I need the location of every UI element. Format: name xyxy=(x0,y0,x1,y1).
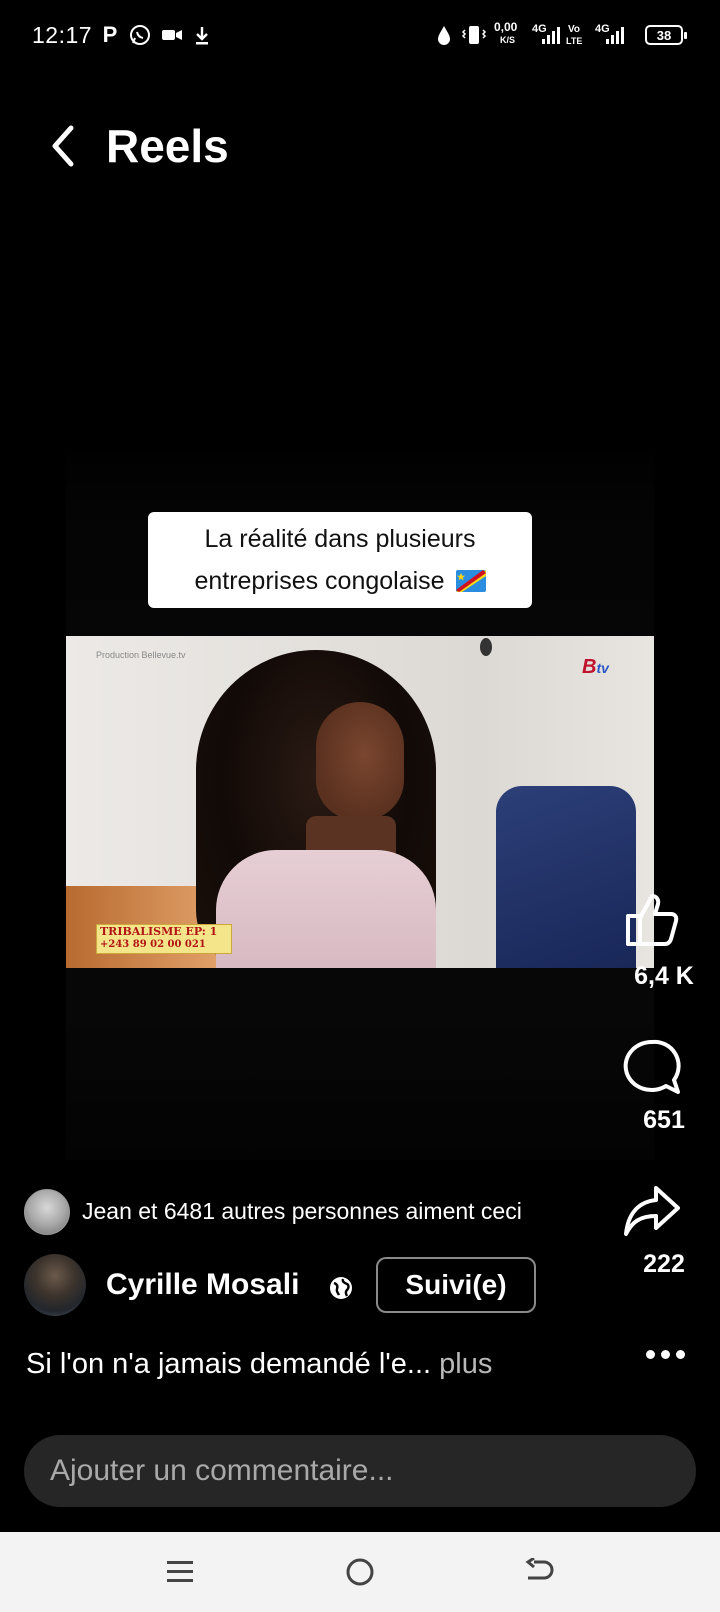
reel-description[interactable]: Si l'on n'a jamais demandé l'e... plus xyxy=(26,1348,492,1381)
status-time: 12:17 xyxy=(32,22,93,48)
show-tag-title: TRIBALISME EP: 1 xyxy=(100,925,218,938)
show-tag-phone: +243 89 02 00 021 xyxy=(100,939,206,950)
more-dot-icon xyxy=(645,1349,655,1359)
vibrate-icon xyxy=(460,22,488,48)
share-count: 222 xyxy=(643,1250,685,1278)
signal-icon xyxy=(540,22,564,48)
home-circle-icon xyxy=(346,1558,374,1586)
back-arrow-icon xyxy=(525,1558,554,1580)
status-bar: 12:17 P 0,00 K/S 4G Vo LTE 4G 38 xyxy=(0,0,720,72)
recent-apps-button[interactable] xyxy=(150,1548,210,1596)
video-caption: La réalité dans plusieurs entreprises co… xyxy=(148,512,532,608)
like-count: 6,4 K xyxy=(634,962,694,990)
description-text: Si l'on n'a jamais demandé l'e... xyxy=(26,1348,432,1380)
wall-fixture xyxy=(480,638,492,656)
volte-label-bottom: LTE xyxy=(566,36,583,46)
follow-button[interactable]: Suivi(e) xyxy=(376,1257,536,1313)
caption-line-1: La réalité dans plusieurs xyxy=(204,525,476,553)
chevron-left-icon xyxy=(52,125,74,167)
menu-icon xyxy=(167,1561,193,1582)
share-button[interactable] xyxy=(620,1180,684,1244)
author-avatar[interactable] xyxy=(24,1254,86,1316)
parking-icon: P xyxy=(102,22,118,47)
channel-logo: Btv xyxy=(582,656,609,679)
channel-logo-letter: B xyxy=(582,656,597,678)
comment-button[interactable] xyxy=(620,1036,684,1100)
person-top xyxy=(216,850,436,968)
comment-input[interactable] xyxy=(24,1435,696,1507)
whatsapp-icon xyxy=(128,22,152,48)
page-title: Reels xyxy=(106,120,229,172)
production-watermark: Production Bellevue.tv xyxy=(96,650,186,660)
comment-count: 651 xyxy=(643,1106,685,1134)
volte-label-top: Vo xyxy=(568,24,581,35)
channel-logo-suffix: tv xyxy=(596,660,609,676)
globe-icon xyxy=(328,1275,354,1301)
liker-avatar[interactable] xyxy=(24,1189,70,1235)
caption-line-2-text: entreprises congolaise xyxy=(194,567,445,595)
system-back-button[interactable] xyxy=(510,1548,570,1596)
thumbs-up-icon xyxy=(626,894,679,946)
dr-congo-flag-icon xyxy=(455,570,486,592)
blue-chair xyxy=(496,786,636,968)
water-drop-icon xyxy=(434,22,454,48)
more-options-button[interactable] xyxy=(638,1336,692,1372)
share-arrow-icon xyxy=(624,1186,680,1236)
comment-bubble-icon xyxy=(623,1039,681,1094)
home-button[interactable] xyxy=(330,1548,390,1596)
video-camera-icon xyxy=(160,22,184,48)
description-more-link[interactable]: plus xyxy=(439,1348,492,1380)
likes-summary[interactable]: Jean et 6481 autres personnes aiment cec… xyxy=(82,1198,522,1225)
battery-indicator: 38 xyxy=(645,25,687,45)
more-dot-icon xyxy=(660,1349,670,1359)
like-button[interactable] xyxy=(620,888,684,952)
more-dot-icon xyxy=(675,1349,685,1359)
signal-icon xyxy=(604,22,628,48)
video-frame: Production Bellevue.tv Btv TRIBALISME EP… xyxy=(66,636,654,968)
system-nav-bar xyxy=(0,1532,720,1612)
person-face xyxy=(316,702,404,820)
net-speed-unit: K/S xyxy=(500,35,516,45)
author-name[interactable]: Cyrille Mosali xyxy=(106,1268,299,1302)
download-icon xyxy=(192,22,212,48)
caption-line-2: entreprises congolaise xyxy=(148,560,532,602)
back-button[interactable] xyxy=(42,118,86,174)
net-speed-value: 0,00 xyxy=(494,20,518,34)
